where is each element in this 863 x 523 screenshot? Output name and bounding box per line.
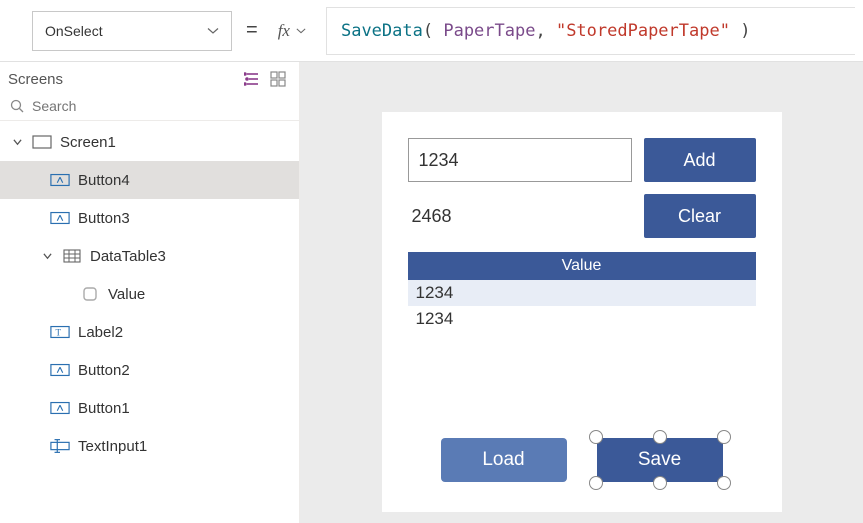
row-input: Add	[408, 138, 756, 182]
selected-control-wrap: Save	[597, 438, 723, 482]
resize-handle[interactable]	[589, 430, 603, 444]
bottom-row: Load Save	[382, 438, 782, 482]
datatable-row[interactable]: 1234	[408, 280, 756, 306]
textinput1[interactable]	[408, 138, 632, 182]
tree-label: Value	[108, 286, 145, 303]
tree-item-datatable3[interactable]: DataTable3	[0, 237, 299, 275]
fx-label: fx	[278, 21, 290, 41]
tree-item-value[interactable]: Value	[0, 275, 299, 313]
main-area: Screens Screen1	[0, 62, 863, 523]
button-icon	[50, 210, 70, 226]
clear-button[interactable]: Clear	[644, 194, 756, 238]
resize-handle[interactable]	[717, 430, 731, 444]
tree-label: Button1	[78, 400, 130, 417]
svg-text:T: T	[55, 328, 61, 338]
tree-item-button3[interactable]: Button3	[0, 199, 299, 237]
tree-view-panel: Screens Screen1	[0, 62, 300, 523]
canvas[interactable]: Add 2468 Clear Value 1234 1234 Load Save	[300, 62, 863, 523]
screen-icon	[32, 134, 52, 150]
row-result: 2468 Clear	[408, 194, 756, 238]
tree-item-screen1[interactable]: Screen1	[0, 123, 299, 161]
resize-handle[interactable]	[653, 430, 667, 444]
search-icon	[10, 99, 24, 113]
equals-sign: =	[246, 19, 258, 42]
chevron-down-icon	[296, 26, 306, 36]
panel-title: Screens	[8, 71, 235, 88]
result-label: 2468	[408, 206, 452, 227]
tree-item-button2[interactable]: Button2	[0, 351, 299, 389]
tree-label: DataTable3	[90, 248, 166, 265]
datatable-row[interactable]: 1234	[408, 306, 756, 332]
column-icon	[80, 286, 100, 302]
list-view-icon[interactable]	[243, 70, 261, 88]
add-button[interactable]: Add	[644, 138, 756, 182]
tree-label: Button3	[78, 210, 130, 227]
formula-bar-row: OnSelect = fx SaveData( PaperTape, "Stor…	[0, 0, 863, 62]
tree-item-button4[interactable]: Button4	[0, 161, 299, 199]
search-row	[0, 94, 299, 121]
resize-handle[interactable]	[717, 476, 731, 490]
tree-label: Button4	[78, 172, 130, 189]
button-icon	[50, 362, 70, 378]
property-selector[interactable]: OnSelect	[32, 11, 232, 51]
chevron-down-icon	[207, 25, 219, 37]
tree: Screen1 Button4 Button3	[0, 121, 299, 523]
tree-label: Label2	[78, 324, 123, 341]
textinput-icon	[50, 438, 70, 454]
screen-preview[interactable]: Add 2468 Clear Value 1234 1234 Load Save	[382, 112, 782, 512]
resize-handle[interactable]	[653, 476, 667, 490]
collapse-icon[interactable]	[10, 138, 24, 147]
collapse-icon[interactable]	[40, 252, 54, 261]
tree-item-button1[interactable]: Button1	[0, 389, 299, 427]
tree-label: Button2	[78, 362, 130, 379]
formula-input[interactable]: SaveData( PaperTape, "StoredPaperTape" )	[326, 7, 855, 55]
datatable-icon	[62, 248, 82, 264]
button-icon	[50, 172, 70, 188]
load-button[interactable]: Load	[441, 438, 567, 482]
resize-handle[interactable]	[589, 476, 603, 490]
button-icon	[50, 400, 70, 416]
grid-view-icon[interactable]	[269, 70, 287, 88]
tree-item-textinput1[interactable]: TextInput1	[0, 427, 299, 465]
fx-dropdown[interactable]: fx	[272, 21, 312, 41]
tree-label: Screen1	[60, 134, 116, 151]
label-icon: T	[50, 324, 70, 340]
datatable[interactable]: Value 1234 1234	[408, 252, 756, 332]
tree-item-label2[interactable]: T Label2	[0, 313, 299, 351]
search-input[interactable]	[32, 98, 289, 114]
property-selector-label: OnSelect	[45, 23, 103, 39]
datatable-header: Value	[408, 252, 756, 280]
tree-label: TextInput1	[78, 438, 147, 455]
panel-header: Screens	[0, 62, 299, 94]
